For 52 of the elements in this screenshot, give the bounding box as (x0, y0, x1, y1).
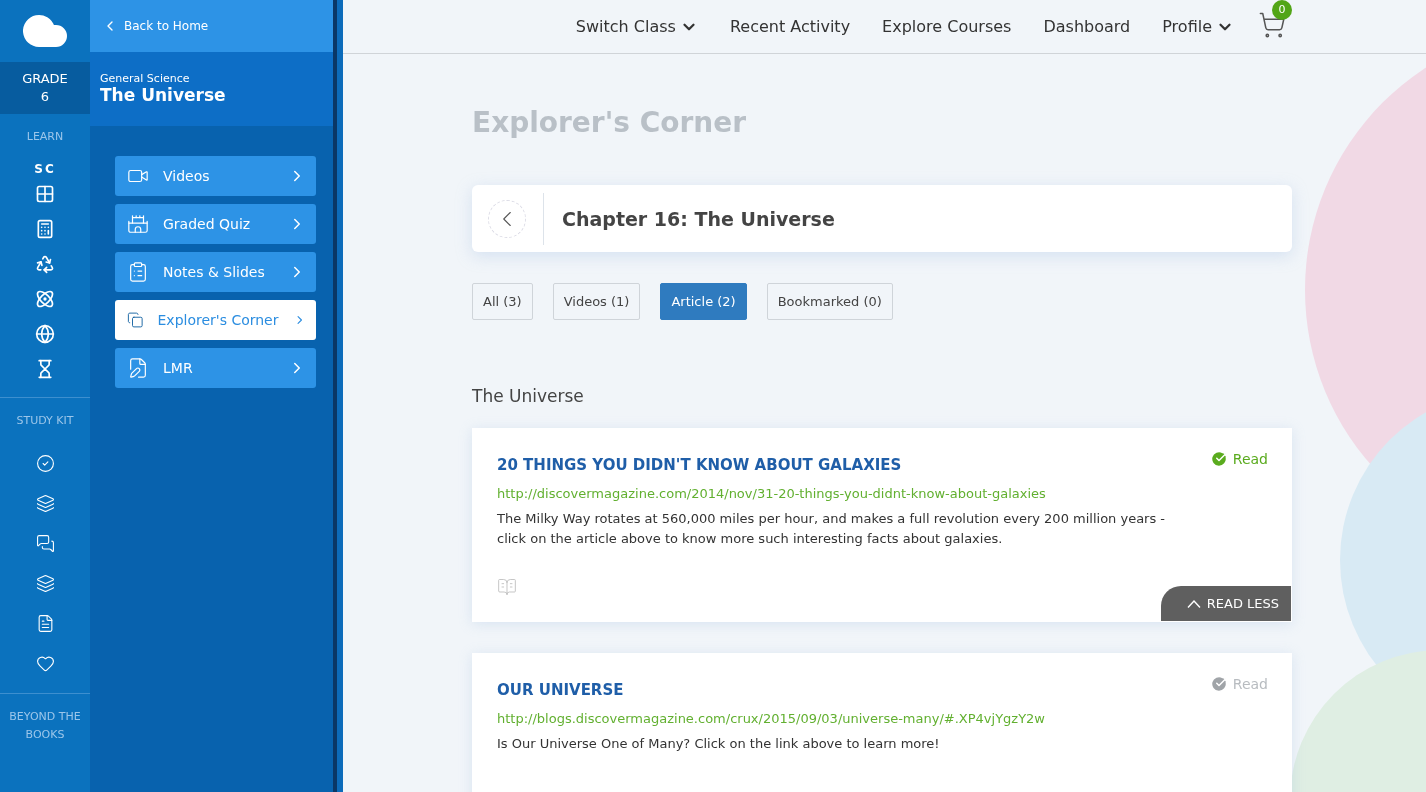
article-title[interactable]: 20 THINGS YOU DIDN'T KNOW ABOUT GALAXIES (497, 456, 902, 474)
menu-item-icon (127, 357, 149, 379)
chevron-up-icon (1186, 599, 1201, 608)
page-title: Explorer's Corner (472, 106, 747, 139)
cart-count-badge: 0 (1272, 0, 1292, 20)
calculator-icon[interactable] (35, 219, 55, 239)
filter-tab[interactable]: All (3) (472, 283, 533, 320)
nav-link[interactable]: Dashboard (1043, 17, 1131, 36)
globe-icon[interactable] (35, 324, 55, 344)
hourglass-icon[interactable] (35, 359, 55, 379)
chapter-name: The Universe (100, 85, 227, 105)
menu-item-icon (127, 309, 144, 331)
filter-tab[interactable]: Bookmarked (0) (766, 283, 893, 320)
layers-icon[interactable] (35, 494, 55, 513)
menu-item[interactable]: LMR (115, 348, 316, 388)
menu-item[interactable]: Graded Quiz (115, 204, 316, 244)
article-link[interactable]: http://discovermagazine.com/2014/nov/31-20-things-you-didnt-know-about-galaxies (497, 486, 1267, 501)
subject-code[interactable]: SC (34, 162, 56, 176)
check-circle-icon[interactable] (35, 454, 55, 473)
article-icon (497, 577, 517, 597)
grade-number: 6 (40, 88, 50, 106)
read-less-button[interactable]: READ LESS (1160, 586, 1291, 621)
subject-name: General Science (100, 72, 191, 85)
atom-icon[interactable] (35, 289, 55, 309)
nav-link[interactable]: Profile (1162, 17, 1234, 36)
article-description: The Milky Way rotates at 560,000 miles per hour, and makes a full revolution every 200 million years - click on the article above to know more such interesting facts about galaxies. (497, 510, 1167, 548)
read-status[interactable]: Read (1209, 450, 1268, 468)
article-title[interactable]: OUR UNIVERSE (497, 681, 624, 699)
menu-item[interactable]: Videos (115, 156, 316, 196)
grade-label: GRADE (22, 70, 68, 88)
filter-tab[interactable]: Videos (1) (552, 283, 641, 320)
menu-item[interactable]: Notes & Slides (115, 252, 316, 292)
section-title: The Universe (472, 386, 585, 406)
menu-item[interactable]: Explorer's Corner (115, 300, 316, 340)
article-description: Is Our Universe One of Many? Click on the link above to learn more! (497, 735, 941, 753)
section-label: BEYOND THE BOOKS (8, 709, 82, 743)
nav-link[interactable]: Recent Activity (729, 17, 851, 36)
section-label: STUDY KIT (15, 413, 75, 429)
menu-item-icon (127, 261, 149, 283)
heart-icon[interactable] (35, 654, 55, 673)
section-label: LEARN (25, 129, 65, 145)
article-link[interactable]: http://blogs.discovermagazine.com/crux/2015/09/03/universe-many/#.XP4vjYgzY2w (497, 711, 1267, 726)
menu-item-icon (127, 213, 149, 235)
recycle-icon[interactable] (35, 254, 55, 274)
grid-icon[interactable] (35, 184, 55, 204)
nav-link[interactable]: Switch Class (575, 17, 698, 36)
chat-icon[interactable] (35, 534, 55, 553)
chapter-title: Chapter 16: The Universe (562, 207, 835, 230)
filter-tab[interactable]: Article (2) (660, 283, 747, 320)
nav-link[interactable]: Explore Courses (882, 17, 1012, 36)
stack-icon[interactable] (35, 574, 55, 593)
back-to-home-link[interactable]: Back to Home (90, 0, 333, 52)
